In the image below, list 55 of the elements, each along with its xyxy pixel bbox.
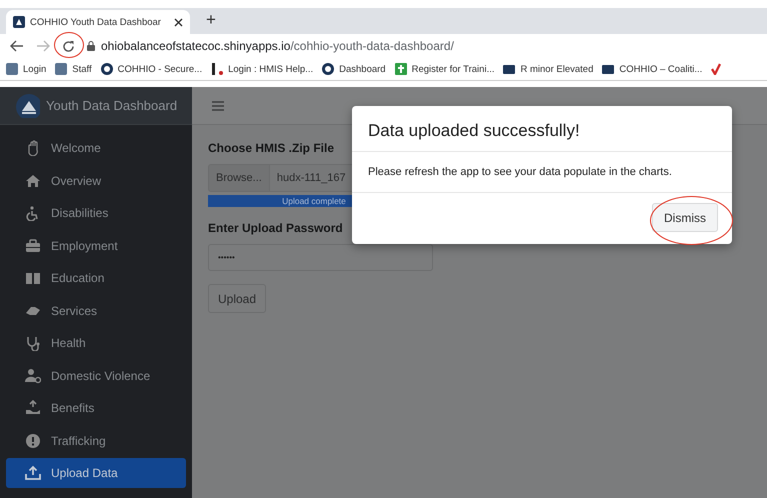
close-icon[interactable] [174,18,183,26]
bookmark-favicon-icon [394,63,407,75]
favicon-icon [13,16,25,28]
dismiss-button[interactable]: Dismiss [652,203,718,232]
back-icon[interactable] [10,40,24,52]
sidebar-item[interactable]: Disabilities [6,198,186,228]
bookmark-favicon-icon [6,63,18,75]
bookmark-favicon-icon [711,63,722,75]
sidebar-item[interactable]: Benefits [6,392,186,424]
book-icon [25,270,41,286]
home-icon [25,172,41,189]
bookmark-link[interactable]: COHHIO – Coaliti... [602,63,702,75]
field-label: Enter Upload Password [208,221,343,235]
sidebar-item[interactable]: Trafficking [6,425,186,456]
browser-tab[interactable]: COHHIO Youth Data Dashboar [6,10,190,34]
sidebar-item[interactable]: Health [6,328,186,358]
sidebar-item[interactable]: Education [6,262,186,294]
browse-button[interactable]: Browse... [208,164,270,192]
bookmark-link[interactable]: Login : HMIS Help... [211,63,314,75]
bookmark-favicon-icon [503,63,516,75]
field-label: Choose HMIS .Zip File [208,141,334,155]
bookmark-link[interactable]: Register for Traini... [394,63,494,75]
sidebar-item[interactable]: Upload Data [6,458,186,488]
upload-icon [25,464,41,481]
progress-text: Upload complete [281,195,347,207]
address-bar[interactable]: ohiobalanceofstatecoc.shinyapps.io/cohhio-youth-data-dashboard/ [87,39,454,53]
password-field[interactable]: •••••• [208,244,433,271]
wheelchair-icon [25,205,41,222]
bookmark-link[interactable]: COHHIO - Secure... [100,63,202,75]
warning-icon [25,432,41,448]
upload-button[interactable]: Upload [208,284,266,313]
reload-icon[interactable] [62,40,75,52]
bookmark-favicon-icon [602,63,614,75]
bookmark-favicon-icon [100,63,113,75]
sidebar-item[interactable]: Overview [6,165,186,196]
bookmark-link[interactable]: R minor Elevated [503,63,594,75]
bookmark-link[interactable]: Dashboard [322,63,386,75]
briefcase-icon [25,238,41,254]
bookmark-favicon-icon [211,63,224,75]
modal-title: Data uploaded successfully! [367,120,581,142]
bookmark-favicon-icon [322,63,334,75]
logo-icon [16,94,40,118]
sidebar-item[interactable]: Services [6,295,186,326]
lock-icon [87,41,95,51]
stethoscope-icon [25,335,41,352]
bookmark-link[interactable]: Staff [55,63,92,75]
app-title: Youth Data Dashboard [46,98,178,113]
sidebar-item[interactable]: Domestic Violence [6,360,186,391]
sidebar-item[interactable]: Welcome [6,133,186,164]
new-tab-button[interactable]: + [200,10,222,32]
sidebar-item[interactable]: Employment [6,230,186,261]
bookmark-favicon-icon [55,63,68,75]
modal-message: Please refresh the app to see your data populate in the charts. [352,152,732,193]
bookmark-link[interactable]: Login [6,63,46,75]
menu-icon[interactable] [212,100,224,110]
